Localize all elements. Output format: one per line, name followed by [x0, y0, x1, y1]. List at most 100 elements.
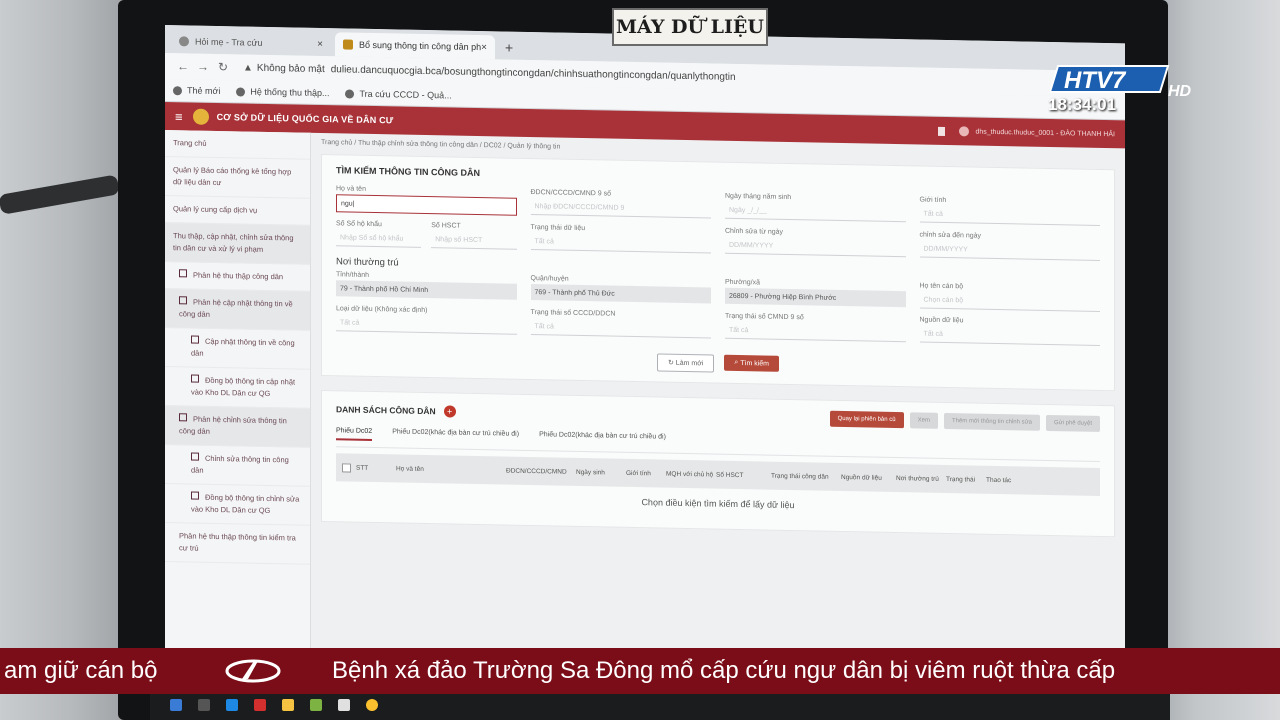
notification-icon[interactable] [938, 126, 946, 136]
new-tab-button[interactable]: + [499, 39, 519, 59]
sidebar-item-sync-edit[interactable]: Đồng bộ thông tin chỉnh sửa vào Kho DL D… [165, 484, 310, 526]
doc-icon [179, 269, 187, 278]
source-select[interactable]: Tất cả [919, 325, 1100, 346]
site-icon [343, 39, 353, 50]
edit-from-field: Chỉnh sửa từ ngày DD/MM/YYYY [725, 228, 906, 258]
close-icon[interactable]: × [317, 38, 323, 49]
ticker-previous: am giữ cán bộ [4, 657, 158, 684]
forward-icon[interactable]: → [193, 60, 213, 74]
sidebar-item-reports[interactable]: Quản lý Báo cáo thống kê tổng hợp dữ liệ… [165, 157, 310, 199]
id-input[interactable]: Nhập ĐDCN/CCCD/CMND 9 [530, 198, 711, 219]
sidebar-item-update-citizen[interactable]: Phân hệ cập nhật thông tin về công dân [165, 289, 310, 331]
list-title: DANH SÁCH CÔNG DÂN [336, 404, 436, 417]
edit-to-field: chỉnh sửa đến ngày DD/MM/YYYY [919, 231, 1100, 261]
cmnd-status-select[interactable]: Tất cả [725, 321, 906, 343]
district-field: Quận/huyện 769 - Thành phố Thủ Đức [530, 275, 711, 304]
edge-icon[interactable] [226, 699, 238, 711]
officer-select[interactable]: Chọn cán bộ [919, 291, 1100, 312]
tab-dc02-out[interactable]: Phiếu Dc02(khác địa bàn cư trú chiều đi) [392, 428, 519, 443]
htv7-logo: HTV7 HD [1050, 65, 1192, 100]
chrome-icon[interactable] [366, 699, 378, 711]
data-status-field: Trạng thái dữ liệu Tất cả [530, 224, 711, 254]
data-status-select[interactable]: Tất cả [530, 233, 711, 254]
browser-tab-active[interactable]: Bổ sung thông tin công dân phức × [335, 32, 495, 60]
refresh-icon: ↻ [667, 359, 676, 367]
browser-tab[interactable]: Hỏi mẹ - Tra cứu × [171, 29, 331, 56]
windows-icon[interactable] [170, 699, 182, 711]
bookmark-item[interactable]: Thẻ mới [173, 85, 220, 96]
hsct-input[interactable]: Nhập số HSCT [431, 231, 517, 250]
district-select[interactable]: 769 - Thành phố Thủ Đức [530, 284, 711, 304]
menu-icon[interactable]: ≡ [175, 109, 183, 124]
search-title: TÌM KIẾM THÔNG TIN CÔNG DÂN [336, 165, 480, 179]
sidebar-item-edit-info[interactable]: Chỉnh sửa thông tin công dân [165, 445, 310, 487]
send-approval-button[interactable]: Gửi phê duyệt [1045, 414, 1100, 432]
ward-field: Phường/xã 26809 - Phường Hiệp Bình Phước [725, 279, 906, 308]
edit-to-input[interactable]: DD/MM/YYYY [919, 240, 1100, 261]
data-type-select[interactable]: Tất cả [336, 314, 517, 335]
view-button[interactable]: Xem [909, 412, 938, 429]
channel-suffix: HD [1168, 83, 1192, 100]
gender-select[interactable]: Tất cả [919, 205, 1100, 226]
news-ticker: am giữ cán bộ Bệnh xá đảo Trường Sa Đông… [0, 648, 1280, 694]
back-icon[interactable]: ← [173, 59, 193, 73]
hsct-field: Số HSCT Nhập số HSCT [431, 222, 517, 250]
name-field: Họ và tên ngu| [336, 185, 517, 216]
sidebar-item-services[interactable]: Quản lý cung cấp dịch vụ [165, 196, 310, 226]
province-select[interactable]: 79 - Thành phố Hồ Chí Minh [336, 280, 517, 300]
sidebar-item-edit-citizen[interactable]: Phân hệ chỉnh sửa thông tin công dân [165, 406, 310, 448]
search-button[interactable]: ⌕ Tìm kiếm [724, 354, 779, 372]
sidebar: Trang chủ Quản lý Báo cáo thống kê tổng … [165, 130, 311, 653]
tab-dc02[interactable]: Phiếu Dc02 [336, 427, 373, 441]
url-field[interactable]: dulieu.dancuquocgia.bca/bosungthongtinco… [331, 64, 736, 83]
doc-icon [179, 296, 187, 305]
select-all-checkbox[interactable] [342, 462, 351, 473]
channel-name: HTV7 [1064, 67, 1127, 94]
cmnd-status-field: Trạng thái số CMND 9 số Tất cả [725, 313, 906, 343]
file-icon[interactable] [310, 699, 322, 711]
doc-icon [191, 374, 199, 383]
id-field: ĐDCN/CCCD/CMND 9 số Nhập ĐDCN/CCCD/CMND … [530, 189, 711, 219]
app-icon[interactable] [254, 699, 266, 711]
citizen-list-panel: DANH SÁCH CÔNG DÂN + Quay lại phiên bản … [321, 389, 1115, 538]
user-menu[interactable]: dhs_thuduc.thuduc_0001 - ĐÀO THANH HẢI [938, 126, 1115, 139]
name-input[interactable]: ngu| [336, 194, 517, 216]
add-edit-button[interactable]: Thêm mới thông tin chỉnh sửa [943, 412, 1040, 431]
reload-icon[interactable]: ↻ [213, 60, 233, 74]
cccd-status-field: Trạng thái số CCCD/DDCN Tất cả [530, 309, 711, 339]
sidebar-item-residence-check[interactable]: Phân hệ thu thập thông tin kiểm tra cư t… [165, 523, 310, 565]
sidebar-item-collection[interactable]: Thu thập, cập nhật, chỉnh sửa thông tin … [165, 223, 310, 265]
taskbar [150, 690, 1170, 720]
ward-select[interactable]: 26809 - Phường Hiệp Bình Phước [725, 287, 906, 308]
stamp-label: MÁY DỮ LIỆU [612, 8, 768, 46]
revert-version-button[interactable]: Quay lại phiên bản cũ [829, 410, 904, 429]
household-input[interactable]: Nhập Số sổ hộ khẩu [336, 229, 422, 248]
globe-icon [236, 86, 246, 97]
bookmark-item[interactable]: Hệ thống thu thập... [236, 86, 329, 98]
data-type-field: Loại dữ liệu (Không xác định) Tất cả [336, 305, 517, 335]
tab-dc02-other[interactable]: Phiếu Dc02(khác địa bàn cư trú chiều đi) [539, 431, 666, 446]
close-icon[interactable]: × [481, 42, 487, 53]
household-fields: Số Sổ hộ khẩu Nhập Số sổ hộ khẩu Số HSCT… [336, 220, 517, 250]
document-icon[interactable] [338, 699, 350, 711]
monitor-screen: Hỏi mẹ - Tra cứu × Bổ sung thông tin côn… [165, 25, 1125, 669]
main-content: Trang chủ / Thu thập chỉnh sửa thông tin… [311, 133, 1125, 669]
sidebar-item-home[interactable]: Trang chủ [165, 130, 310, 160]
edit-from-input[interactable]: DD/MM/YYYY [725, 236, 906, 258]
search-icon[interactable] [198, 699, 210, 711]
officer-field: Họ tên cán bộ Chọn cán bộ [919, 282, 1100, 312]
sidebar-item-collect-citizen[interactable]: Phân hệ thu thập công dân [165, 262, 310, 292]
add-icon[interactable]: + [443, 405, 456, 418]
dob-input[interactable]: Ngày _/_/__ [725, 201, 906, 223]
security-label[interactable]: Không bảo mật [257, 62, 325, 74]
cccd-status-select[interactable]: Tất cả [530, 318, 711, 339]
sidebar-item-update-info[interactable]: Cập nhật thông tin về công dân [165, 328, 310, 370]
avatar [959, 126, 970, 137]
warning-icon[interactable]: ▲ [243, 62, 253, 73]
sidebar-item-sync-update[interactable]: Đồng bộ thông tin cập nhật vào Kho DL Dâ… [165, 367, 310, 409]
bookmark-item[interactable]: Tra cứu CCCD - Quả... [345, 88, 452, 101]
reset-button[interactable]: ↻ Làm mới [656, 353, 715, 373]
source-field: Nguồn dữ liệu Tất cả [919, 316, 1100, 346]
folder-icon[interactable] [282, 699, 294, 711]
gender-field: Giới tính Tất cả [919, 196, 1100, 226]
